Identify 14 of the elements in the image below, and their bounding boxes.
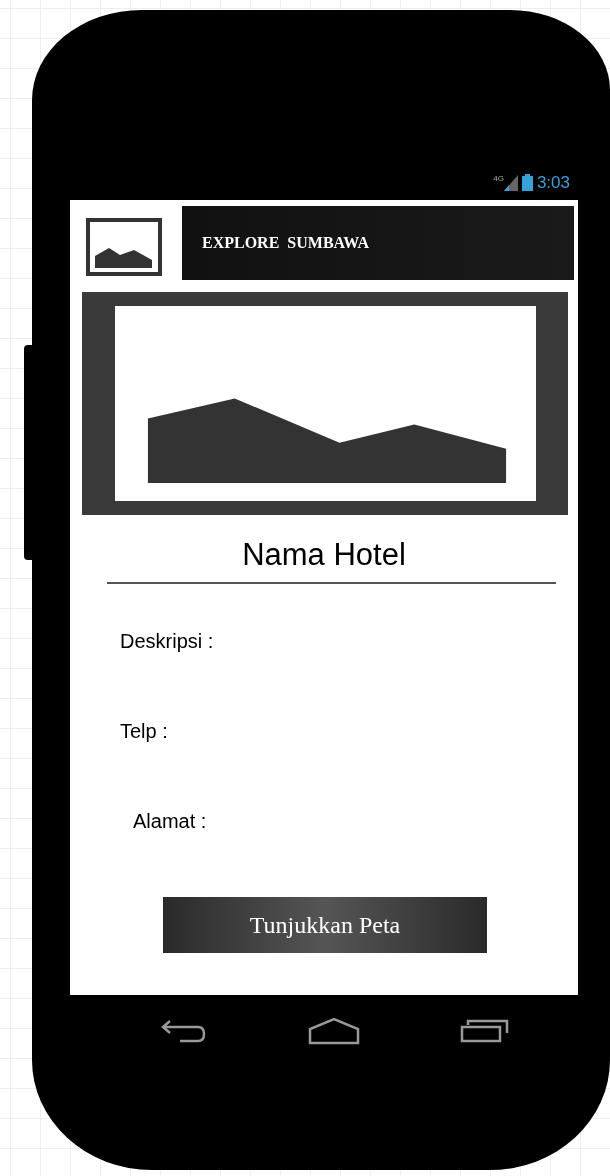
show-map-button[interactable]: Tunjukkan Peta: [163, 897, 487, 953]
network-label: 4G: [493, 174, 504, 183]
hotel-name: Nama Hotel: [241, 536, 407, 574]
field-label: Deskripsi :: [120, 629, 215, 654]
field-label: Telp :: [120, 719, 169, 744]
home-icon[interactable]: [308, 1017, 360, 1045]
recent-apps-icon[interactable]: [460, 1017, 510, 1043]
field-label: Alamat :: [133, 809, 208, 834]
clock-time: 3:03: [536, 172, 570, 193]
battery-icon: [521, 174, 533, 191]
back-icon[interactable]: [160, 1017, 208, 1045]
app-title: EXPLORE SUMBAWA: [182, 206, 574, 280]
image-icon: [86, 218, 162, 276]
signal-icon: [503, 174, 518, 191]
